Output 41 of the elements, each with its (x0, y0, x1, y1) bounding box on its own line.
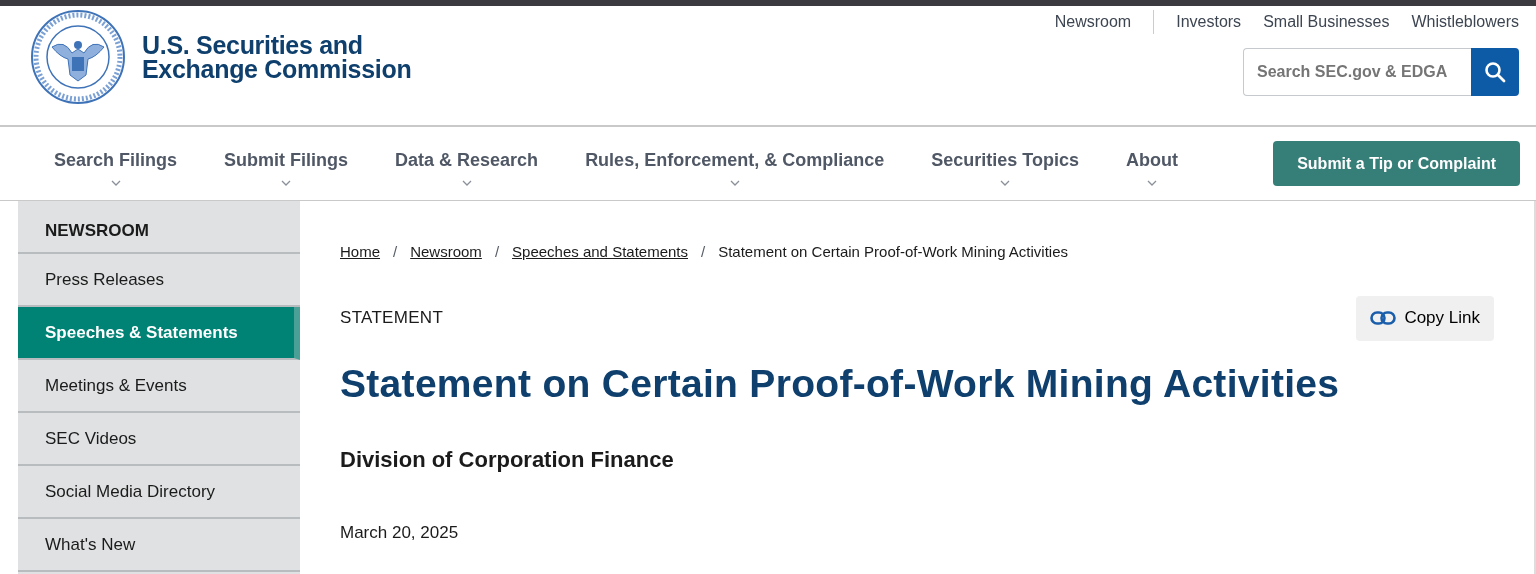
utility-link[interactable]: Newsroom (1054, 10, 1155, 34)
nav-menu-item[interactable]: Securities Topics (931, 147, 1079, 186)
sidebar-item[interactable]: SEC Videos (18, 413, 300, 466)
sidebar-item[interactable]: Speeches & Statements (18, 307, 300, 360)
sidebar-heading: NEWSROOM (18, 201, 300, 254)
chevron-down-icon (110, 180, 121, 186)
chevron-down-icon (281, 180, 292, 186)
search-icon (1484, 61, 1506, 83)
sidebar-item[interactable]: Meetings & Events (18, 360, 300, 413)
utility-link[interactable]: Investors (1176, 10, 1242, 34)
breadcrumb-separator: / (494, 242, 500, 262)
nav-menu-item[interactable]: Data & Research (395, 147, 539, 186)
chevron-down-icon (1000, 180, 1011, 186)
chevron-down-icon (461, 180, 472, 186)
breadcrumb-separator: / (701, 242, 706, 262)
sidebar-item[interactable]: What's New (18, 519, 300, 572)
search-field[interactable]: Search SEC.gov & EDGA (1243, 48, 1471, 96)
article-title: Statement on Certain Proof-of-Work Mining Activities (340, 360, 1341, 407)
article-date: March 20, 2025 (340, 522, 460, 545)
breadcrumb-separator: / (393, 242, 398, 262)
breadcrumb-link[interactable]: Home (340, 241, 380, 264)
nav-menu-item[interactable]: Search Filings (54, 147, 178, 186)
sidebar-item[interactable]: Social Media Directory (18, 466, 300, 519)
breadcrumb-current: Statement on Certain Proof-of-Work Mining Activities (718, 242, 1069, 262)
nav-menu-item[interactable]: Submit Filings (224, 147, 349, 186)
nav-menu-item[interactable]: About (1125, 147, 1178, 186)
chevron-down-icon (1146, 180, 1157, 186)
utility-link[interactable]: Whistleblowers (1411, 10, 1519, 34)
chevron-down-icon (729, 180, 740, 186)
tip-button[interactable]: Submit a Tip or Complaint (1273, 141, 1520, 186)
article-author: Division of Corporation Finance (340, 446, 675, 475)
utility-link[interactable]: Small Businesses (1263, 10, 1390, 34)
breadcrumb-link[interactable]: Newsroom (410, 241, 482, 264)
copy-link-button[interactable]: Copy Link (1356, 295, 1494, 341)
agency-name[interactable]: U.S. Securities and Exchange Commission (142, 33, 412, 81)
nav-menu-item[interactable]: Rules, Enforcement, & Compliance (585, 147, 885, 186)
search-button[interactable] (1471, 48, 1519, 96)
breadcrumb-link[interactable]: Speeches and Statements (512, 241, 688, 264)
seal-logo-icon[interactable] (30, 9, 126, 105)
link-icon (1370, 311, 1397, 325)
article-type: STATEMENT (340, 307, 444, 330)
